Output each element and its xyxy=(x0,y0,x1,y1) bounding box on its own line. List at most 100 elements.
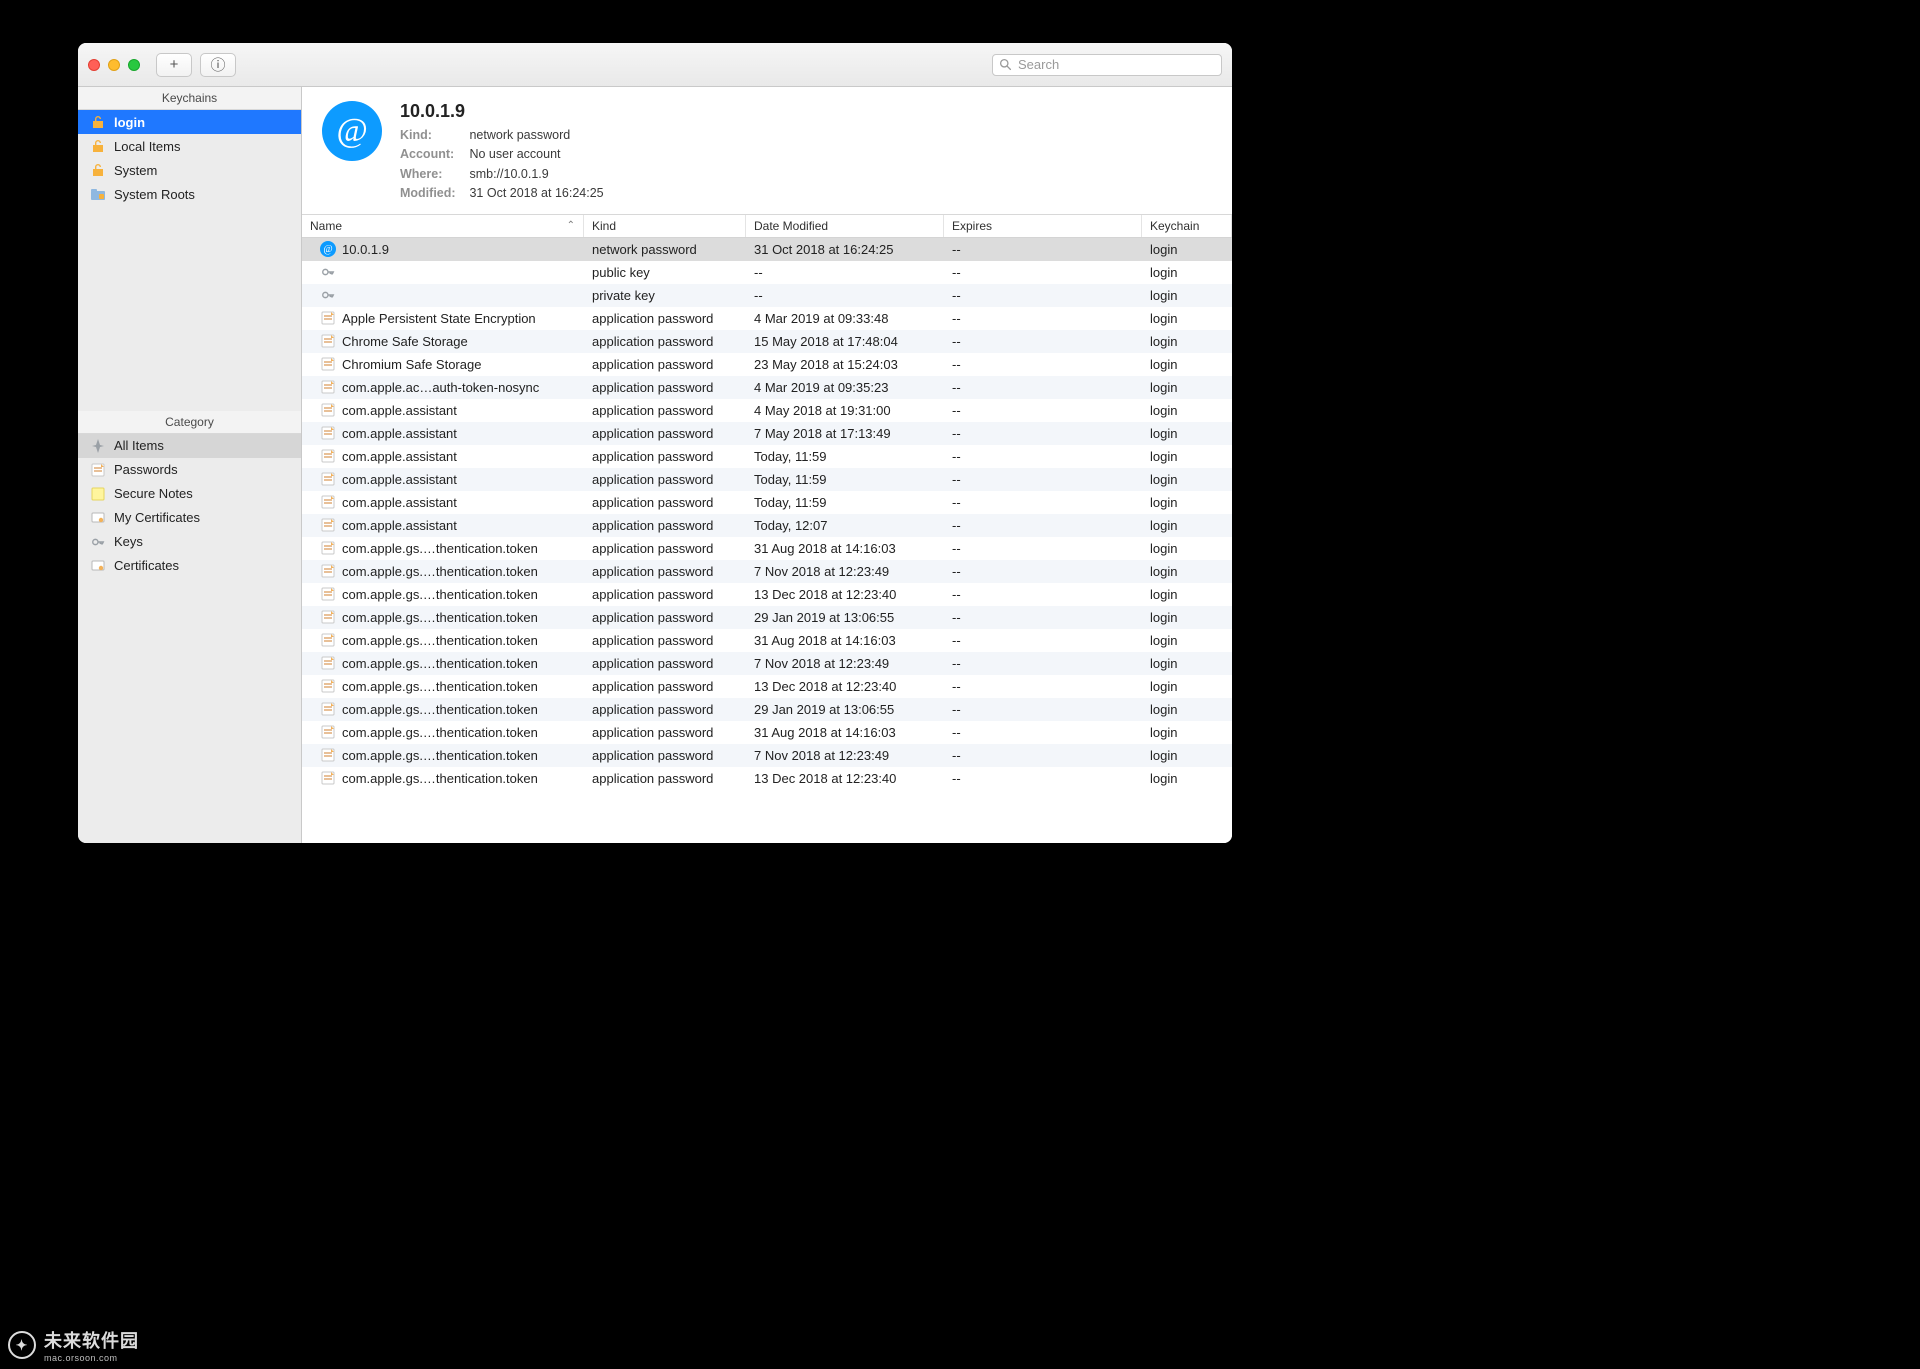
cell-keychain: login xyxy=(1142,242,1232,257)
cell-keychain: login xyxy=(1142,564,1232,579)
table-row[interactable]: com.apple.gs.…thentication.tokenapplicat… xyxy=(302,606,1232,629)
table-row[interactable]: com.apple.assistantapplication passwordT… xyxy=(302,491,1232,514)
table-row[interactable]: com.apple.ac…auth-token-nosync applicatio… xyxy=(302,376,1232,399)
keychain-item-system-roots[interactable]: System Roots xyxy=(78,182,301,206)
cell-kind: application password xyxy=(584,380,746,395)
table-row[interactable]: com.apple.assistantapplication passwordT… xyxy=(302,445,1232,468)
category-item-label: Passwords xyxy=(114,462,178,477)
note-icon xyxy=(320,425,336,441)
table-row[interactable]: private key----login xyxy=(302,284,1232,307)
cell-date: 13 Dec 2018 at 12:23:40 xyxy=(746,771,944,786)
account-label: Account: xyxy=(400,145,466,164)
keychain-item-system[interactable]: System xyxy=(78,158,301,182)
cell-keychain: login xyxy=(1142,633,1232,648)
category-item-my-certificates[interactable]: My Certificates xyxy=(78,506,301,530)
table-row[interactable]: public key----login xyxy=(302,261,1232,284)
cell-kind: application password xyxy=(584,771,746,786)
table-row[interactable]: Chromium Safe Storageapplication passwor… xyxy=(302,353,1232,376)
key-icon xyxy=(320,264,336,280)
col-expires[interactable]: Expires xyxy=(944,215,1142,237)
table-row[interactable]: com.apple.gs.…thentication.tokenapplicat… xyxy=(302,767,1232,790)
cell-kind: application password xyxy=(584,610,746,625)
table-row[interactable]: com.apple.assistantapplication password7… xyxy=(302,422,1232,445)
folder-lock-icon xyxy=(90,186,106,202)
table-row[interactable]: com.apple.gs.…thentication.tokenapplicat… xyxy=(302,629,1232,652)
table-row[interactable]: Apple Persistent State Encryption applica… xyxy=(302,307,1232,330)
note-icon xyxy=(320,540,336,556)
cell-keychain: login xyxy=(1142,495,1232,510)
cell-name: com.apple.gs.…thentication.token xyxy=(342,725,538,740)
category-item-secure-notes[interactable]: Secure Notes xyxy=(78,482,301,506)
cell-kind: application password xyxy=(584,541,746,556)
table-row[interactable]: com.apple.gs.…thentication.tokenapplicat… xyxy=(302,583,1232,606)
cell-kind: network password xyxy=(584,242,746,257)
search-field[interactable]: Search xyxy=(992,54,1222,76)
sticky-icon xyxy=(90,486,106,502)
keychains-header: Keychains xyxy=(78,87,301,110)
category-item-certificates[interactable]: Certificates xyxy=(78,554,301,578)
table-row[interactable]: com.apple.gs.…thentication.tokenapplicat… xyxy=(302,652,1232,675)
cell-expires: -- xyxy=(944,748,1142,763)
table-row[interactable]: com.apple.assistantapplication passwordT… xyxy=(302,514,1232,537)
category-item-label: Secure Notes xyxy=(114,486,193,501)
cell-name: com.apple.ac…auth-token-nosync xyxy=(342,380,539,395)
cell-expires: -- xyxy=(944,725,1142,740)
cell-date: 31 Aug 2018 at 14:16:03 xyxy=(746,633,944,648)
keychain-item-local-items[interactable]: Local Items xyxy=(78,134,301,158)
zoom-window-button[interactable] xyxy=(128,59,140,71)
cell-date: 7 May 2018 at 17:13:49 xyxy=(746,426,944,441)
cell-name: com.apple.gs.…thentication.token xyxy=(342,541,538,556)
note-icon xyxy=(320,701,336,717)
table-row[interactable]: Chrome Safe Storageapplication password1… xyxy=(302,330,1232,353)
col-kind[interactable]: Kind xyxy=(584,215,746,237)
col-keychain[interactable]: Keychain xyxy=(1142,215,1232,237)
note-icon xyxy=(90,462,106,478)
cell-expires: -- xyxy=(944,518,1142,533)
cell-date: 31 Aug 2018 at 14:16:03 xyxy=(746,725,944,740)
category-item-keys[interactable]: Keys xyxy=(78,530,301,554)
info-icon: ⓘ xyxy=(210,54,225,75)
watermark: ✦ 未来软件园 mac.orsoon.com xyxy=(8,1327,139,1363)
note-icon xyxy=(320,471,336,487)
cell-expires: -- xyxy=(944,426,1142,441)
col-name[interactable]: Name⌃ xyxy=(302,215,584,237)
cell-keychain: login xyxy=(1142,587,1232,602)
note-icon xyxy=(320,770,336,786)
category-item-all-items[interactable]: All Items xyxy=(78,434,301,458)
cell-name: com.apple.gs.…thentication.token xyxy=(342,633,538,648)
table-row[interactable]: com.apple.gs.…thentication.tokenapplicat… xyxy=(302,675,1232,698)
info-button[interactable]: ⓘ xyxy=(200,53,236,77)
add-item-button[interactable]: + xyxy=(156,53,192,77)
close-window-button[interactable] xyxy=(88,59,100,71)
cell-name: com.apple.assistant xyxy=(342,426,457,441)
keychain-item-label: System Roots xyxy=(114,187,195,202)
cell-keychain: login xyxy=(1142,656,1232,671)
minimize-window-button[interactable] xyxy=(108,59,120,71)
cell-expires: -- xyxy=(944,472,1142,487)
cell-name: com.apple.assistant xyxy=(342,472,457,487)
cell-name: com.apple.gs.…thentication.token xyxy=(342,748,538,763)
cell-date: 29 Jan 2019 at 13:06:55 xyxy=(746,702,944,717)
table-row[interactable]: com.apple.gs.…thentication.tokenapplicat… xyxy=(302,560,1232,583)
table-body[interactable]: @10.0.1.9network password31 Oct 2018 at … xyxy=(302,238,1232,844)
cell-expires: -- xyxy=(944,564,1142,579)
table-row[interactable]: com.apple.assistantapplication password4… xyxy=(302,399,1232,422)
cell-name: Apple Persistent State Encryption xyxy=(342,311,536,326)
table-row[interactable]: com.apple.gs.…thentication.token applicat… xyxy=(302,537,1232,560)
table-row[interactable]: com.apple.gs.…thentication.tokenapplicat… xyxy=(302,744,1232,767)
key-icon xyxy=(320,287,336,303)
note-icon xyxy=(320,586,336,602)
cell-name: com.apple.gs.…thentication.token xyxy=(342,656,538,671)
table-row[interactable]: com.apple.gs.…thentication.tokenapplicat… xyxy=(302,721,1232,744)
table-row[interactable]: com.apple.gs.…thentication.tokenapplicat… xyxy=(302,698,1232,721)
table-row[interactable]: com.apple.assistantapplication passwordT… xyxy=(302,468,1232,491)
search-icon xyxy=(999,58,1012,71)
at-icon: @ xyxy=(322,101,382,161)
col-date[interactable]: Date Modified xyxy=(746,215,944,237)
table-row[interactable]: @10.0.1.9network password31 Oct 2018 at … xyxy=(302,238,1232,261)
cell-kind: public key xyxy=(584,265,746,280)
cell-kind: application password xyxy=(584,311,746,326)
keychain-item-login[interactable]: login xyxy=(78,110,301,134)
category-item-passwords[interactable]: Passwords xyxy=(78,458,301,482)
cell-keychain: login xyxy=(1142,265,1232,280)
